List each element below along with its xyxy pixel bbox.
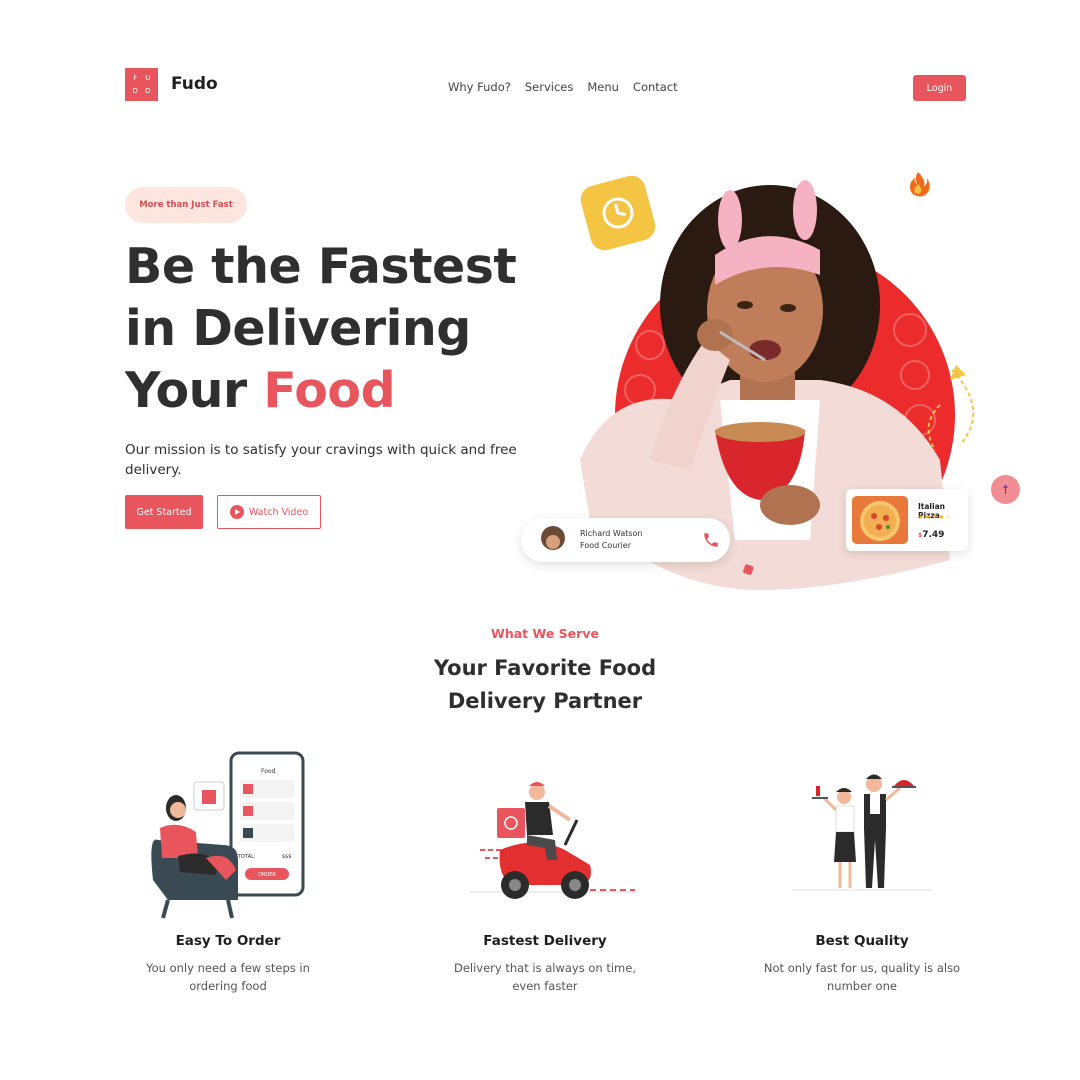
watch-video-button[interactable]: Watch Video <box>217 495 321 529</box>
section-title-line: Delivery Partner <box>447 689 643 713</box>
feature-card-fastest-delivery: Fastest Delivery Delivery that is always… <box>415 740 675 995</box>
courier-card: Richard Watson Food Courier <box>521 518 730 562</box>
logo-letter: F <box>133 73 138 82</box>
section-title: Your Favorite Food Delivery Partner <box>0 652 1080 718</box>
brand-name[interactable]: Fudo <box>171 74 218 94</box>
login-button[interactable]: Login <box>913 75 966 101</box>
courier-role: Food Courier <box>580 541 631 550</box>
logo-letter: O <box>144 87 151 96</box>
courier-name: Richard Watson <box>580 529 643 538</box>
feature-desc-line: number one <box>827 979 897 993</box>
logo-letter: U <box>145 73 151 82</box>
tagline-pill: More than Just Fast <box>125 187 247 223</box>
main-nav: Why Fudo? Services Menu Contact <box>448 80 678 94</box>
clock-icon <box>580 175 656 251</box>
nav-link-menu[interactable]: Menu <box>587 80 619 94</box>
phone-icon[interactable] <box>702 531 720 549</box>
order-label: ORDER <box>258 872 276 878</box>
nav-link-why-fudo[interactable]: Why Fudo? <box>448 80 511 94</box>
mission-text: Our mission is to satisfy your cravings … <box>125 442 517 478</box>
feature-desc-line: even faster <box>512 979 578 993</box>
price-value: 7.49 <box>922 530 945 540</box>
ordering-illustration: Food TOTAL: $$$ ORDER <box>151 751 305 919</box>
star-rating: ★★★★☆ <box>918 513 953 521</box>
pizza-image <box>852 496 908 544</box>
feature-desc-line: Delivery that is always on time, <box>453 961 636 975</box>
total-label: TOTAL: <box>237 854 256 860</box>
nav-link-services[interactable]: Services <box>525 80 574 94</box>
feature-description: Delivery that is always on time, even fa… <box>415 959 675 995</box>
feature-title: Easy To Order <box>175 933 281 949</box>
feature-card-best-quality: Best Quality Not only fast for us, quali… <box>732 740 992 995</box>
avatar <box>541 526 565 550</box>
section-eyebrow: What We Serve <box>491 626 599 641</box>
play-icon <box>229 505 244 519</box>
watch-video-label: Watch Video <box>248 506 309 518</box>
fire-icon <box>910 172 930 197</box>
section-title-line: Your Favorite Food <box>433 656 657 680</box>
headline-line: Your Food <box>125 360 516 422</box>
feature-desc-line: Not only fast for us, quality is also <box>763 961 961 975</box>
logo[interactable]: F U D O <box>125 68 158 101</box>
feature-description: Not only fast for us, quality is also nu… <box>732 959 992 995</box>
feature-title: Fastest Delivery <box>483 933 607 949</box>
feature-desc-line: You only need a few steps in <box>146 961 310 975</box>
total-value: $$$ <box>282 854 292 860</box>
headline-line: in Delivering <box>125 300 471 357</box>
hero-headline: Be the Fastest in Delivering Your Food <box>125 236 517 422</box>
product-card[interactable]: Italian Pizza ★★★★☆ $7.49 <box>846 489 968 551</box>
waiters-illustration <box>792 774 932 891</box>
feature-desc-line: ordering food <box>189 979 267 993</box>
get-started-button[interactable]: Get Started <box>125 495 203 529</box>
arrow-up-icon: ↑ <box>1000 482 1011 497</box>
feature-title: Best Quality <box>815 933 909 949</box>
logo-letter: D <box>132 87 138 96</box>
app-title: Food <box>261 768 276 775</box>
feature-description: You only need a few steps in ordering fo… <box>98 959 358 995</box>
delivery-scooter-illustration <box>470 782 635 899</box>
feature-card-easy-order: Food TOTAL: $$$ ORDER Easy To Order You … <box>98 740 358 995</box>
headline-accent: Food <box>263 362 396 419</box>
scroll-to-top-button[interactable]: ↑ <box>991 475 1020 504</box>
nav-link-contact[interactable]: Contact <box>633 80 678 94</box>
headline-line: Be the Fastest <box>125 238 517 295</box>
product-price: $7.49 <box>918 530 944 540</box>
headline-prefix: Your <box>125 362 264 419</box>
